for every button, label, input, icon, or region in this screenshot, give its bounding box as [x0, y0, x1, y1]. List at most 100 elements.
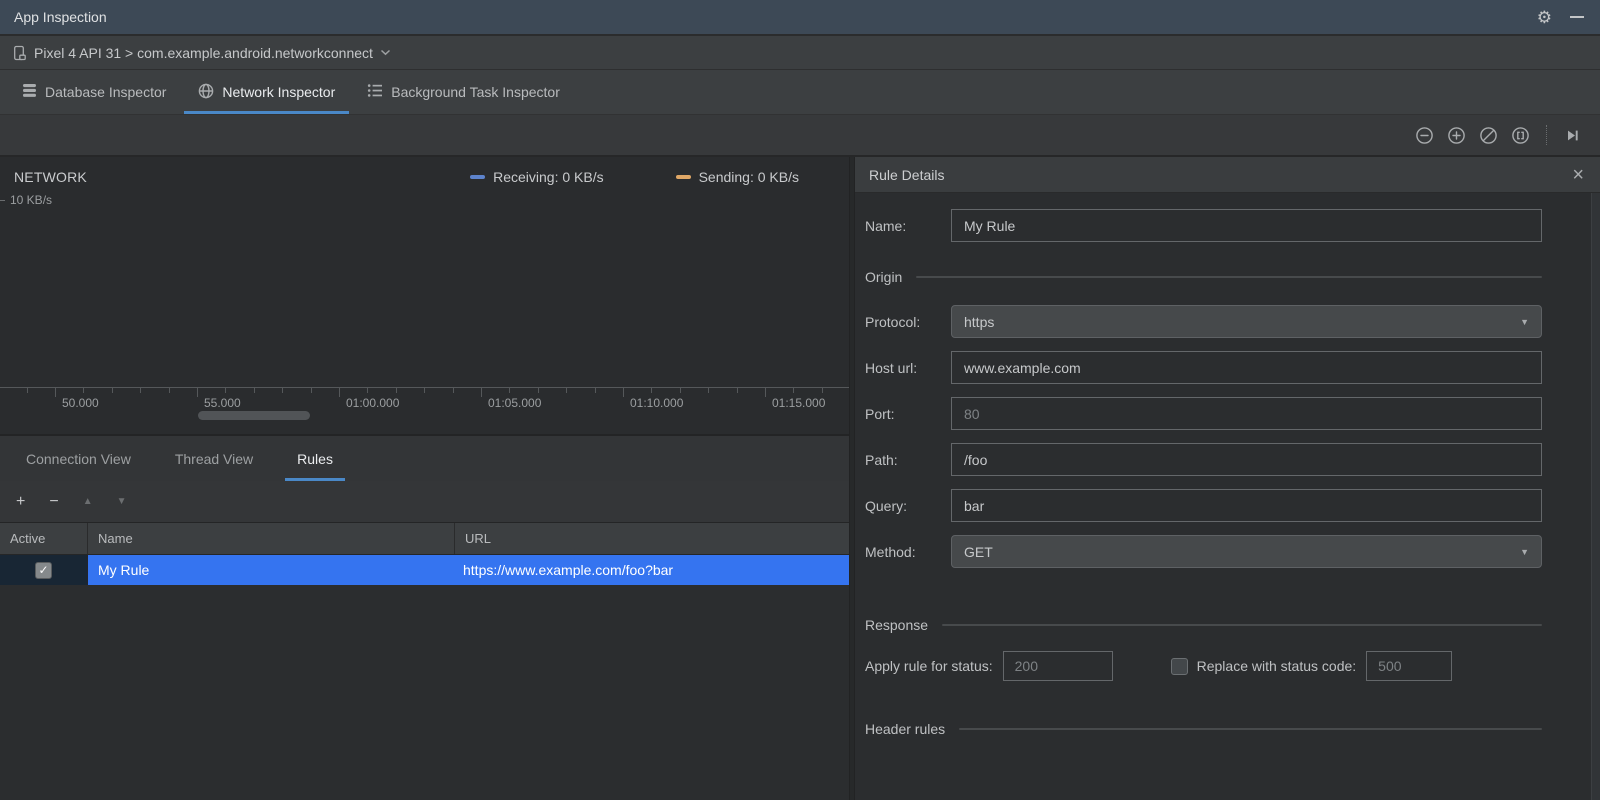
add-icon: + [16, 492, 26, 510]
protocol-label: Protocol: [865, 313, 921, 330]
tab-thread-view[interactable]: Thread View [163, 436, 265, 481]
tab-network-inspector[interactable]: Network Inspector [182, 70, 351, 114]
app-inspection-window: App Inspection ⚙ Pixel 4 API 31 > com.ex… [0, 0, 1600, 800]
remove-icon: − [49, 492, 59, 510]
zoom-out-icon[interactable] [1415, 126, 1434, 145]
query-field[interactable]: bar [951, 489, 1542, 522]
timeline-axis: 50.000 55.000 01:00.000 01:05.000 01:10.000 0… [0, 387, 849, 411]
axis-tick-label: 01:10.000 [630, 396, 684, 410]
axis-tick [651, 388, 653, 393]
remove-rule-button[interactable]: − [49, 492, 59, 510]
column-header-active: Active [0, 523, 88, 554]
vertical-scrollbar[interactable] [1591, 193, 1600, 800]
inspector-tab-bar: Database Inspector Network Inspector Backg… [0, 70, 1600, 115]
rules-table-empty-area [0, 585, 849, 800]
dropdown-arrow-icon: ▼ [1520, 316, 1529, 327]
protocol-dropdown[interactable]: https ▼ [951, 305, 1542, 338]
sending-dash-icon [675, 175, 691, 179]
legend-receiving: Receiving: 0 KB/s [470, 169, 604, 185]
down-icon: ▼ [116, 495, 127, 507]
column-header-url: URL [465, 531, 492, 546]
rule-name-cell[interactable]: My Rule [88, 555, 455, 585]
path-field[interactable]: /foo [951, 443, 1542, 476]
axis-tick [395, 388, 397, 393]
timeline-scrollbar-thumb[interactable] [198, 411, 310, 420]
apply-status-field[interactable]: 200 [1002, 651, 1113, 681]
y-axis-tick [0, 200, 5, 201]
chart-title: NETWORK [14, 169, 87, 185]
list-icon [367, 83, 383, 101]
zoom-in-icon[interactable] [1447, 126, 1466, 145]
device-process-label: Pixel 4 API 31 > com.example.android.net… [34, 44, 373, 61]
minimize-icon[interactable] [1570, 16, 1584, 18]
axis-tick-label: 01:00.000 [346, 396, 400, 410]
close-icon[interactable]: × [1572, 165, 1584, 185]
device-process-selector[interactable]: Pixel 4 API 31 > com.example.android.net… [0, 34, 1600, 70]
zoom-selection-icon[interactable] [1511, 126, 1530, 145]
axis-tick [282, 388, 284, 393]
axis-tick [253, 388, 255, 393]
axis-tick [83, 388, 85, 393]
host-url-label: Host url: [865, 359, 918, 376]
path-label: Path: [865, 451, 898, 468]
database-icon [22, 83, 37, 101]
rule-active-checkbox[interactable]: ✓ [35, 561, 52, 579]
method-dropdown[interactable]: GET ▼ [951, 535, 1542, 568]
reset-zoom-icon[interactable] [1479, 126, 1498, 145]
replace-status-checkbox[interactable] [1170, 657, 1188, 675]
rule-details-panel: Rule Details × Name: My Rule Origin Prot… [855, 157, 1600, 800]
rules-toolbar: + − ▲ ▼ [0, 481, 849, 523]
network-timeline-pane: NETWORK Receiving: 0 KB/s Sending: 0 KB/… [0, 157, 849, 800]
axis-tick [708, 388, 710, 393]
axis-tick [424, 388, 426, 393]
axis-tick [310, 388, 312, 393]
settings-gear-icon[interactable]: ⚙ [1537, 9, 1552, 26]
axis-tick [111, 388, 113, 393]
axis-tick-label: 01:15.000 [772, 396, 826, 410]
rule-details-title: Rule Details [869, 166, 945, 183]
skip-end-icon[interactable] [1563, 126, 1582, 145]
window-title: App Inspection [14, 9, 107, 25]
axis-tick [168, 388, 170, 393]
host-url-field[interactable]: www.example.com [951, 351, 1542, 384]
column-header-name: Name [88, 523, 455, 554]
add-rule-button[interactable]: + [16, 492, 26, 510]
axis-tick [55, 388, 56, 397]
method-label: Method: [865, 543, 916, 560]
axis-tick [26, 388, 28, 393]
axis-tick [623, 388, 624, 397]
move-up-button: ▲ [82, 495, 93, 507]
axis-tick [452, 388, 454, 393]
tab-background-task-inspector[interactable]: Background Task Inspector [351, 70, 576, 114]
titlebar: App Inspection ⚙ [0, 0, 1600, 34]
rule-details-header: Rule Details × [855, 157, 1600, 193]
dropdown-arrow-icon: ▼ [1520, 546, 1529, 557]
rule-url-cell[interactable]: https://www.example.com/foo?bar [455, 555, 849, 585]
axis-tick [197, 388, 198, 397]
up-icon: ▲ [82, 495, 93, 507]
name-field[interactable]: My Rule [951, 209, 1542, 242]
response-section-header: Response [865, 617, 1542, 633]
tab-rules[interactable]: Rules [285, 436, 345, 481]
axis-tick [566, 388, 568, 393]
header-rules-section-header: Header rules [865, 721, 1542, 737]
network-inspector-toolbar [0, 115, 1600, 157]
axis-tick [339, 388, 340, 397]
tab-connection-view[interactable]: Connection View [14, 436, 143, 481]
replace-status-field[interactable]: 500 [1366, 651, 1453, 681]
axis-tick [594, 388, 596, 393]
table-row[interactable]: ✓ My Rule https://www.example.com/foo?bar [0, 555, 849, 585]
view-tab-bar: Connection View Thread View Rules [0, 434, 849, 481]
apply-status-label: Apply rule for status: [865, 658, 993, 674]
y-axis-label: 10 KB/s [10, 193, 53, 207]
port-field[interactable]: 80 [951, 397, 1542, 430]
tab-database-inspector[interactable]: Database Inspector [6, 70, 182, 114]
axis-tick [793, 388, 795, 393]
globe-icon [198, 83, 214, 102]
axis-tick [367, 388, 369, 393]
receiving-dash-icon [470, 175, 486, 179]
replace-status-label: Replace with status code: [1196, 658, 1357, 674]
legend-sending: Sending: 0 KB/s [675, 169, 799, 185]
network-chart[interactable]: NETWORK Receiving: 0 KB/s Sending: 0 KB/… [0, 157, 849, 434]
port-label: Port: [865, 405, 895, 422]
